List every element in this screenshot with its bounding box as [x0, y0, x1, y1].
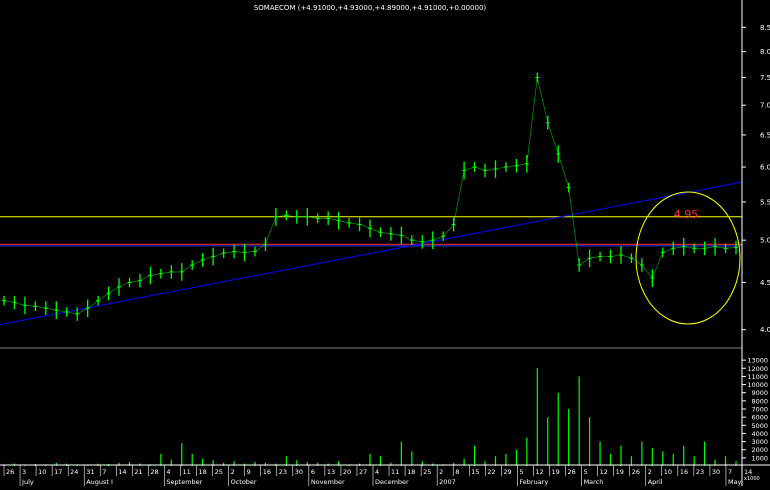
month-label: August I: [86, 478, 113, 486]
price-tick-label: 4.5: [760, 279, 770, 287]
price-tick-label: 8.0: [760, 48, 770, 56]
month-label: May: [728, 478, 742, 486]
day-tick-label: 2: [648, 468, 652, 476]
volume-tick-label: 6000: [751, 414, 768, 422]
day-tick-label: 7: [102, 468, 106, 476]
volume-tick-label: 3000: [751, 438, 768, 446]
day-tick-label: 7: [728, 468, 732, 476]
price-tick-label: 6.0: [760, 164, 770, 172]
day-tick-label: 18: [407, 468, 415, 476]
day-tick-label: 23: [696, 468, 704, 476]
stock-chart: 4.0 4.5 5.0 5.5 6.0 6.5 7.0 7.5 8.0 8.5 1000 2000 30…: [0, 0, 770, 486]
month-label: September: [166, 478, 202, 486]
day-tick-label: 20: [343, 468, 351, 476]
day-tick-label: 2: [439, 468, 443, 476]
volume-tick-label: 1000: [751, 454, 768, 462]
price-annotation: 4.95: [674, 208, 699, 221]
day-tick-label: 31: [86, 468, 94, 476]
month-label: 2007: [439, 478, 456, 486]
price-tick-label: 5.5: [760, 198, 770, 206]
day-tick-label: 16: [263, 468, 271, 476]
day-tick-label: 11: [391, 468, 399, 476]
day-tick-label: 14: [118, 468, 126, 476]
day-tick-label: 22: [487, 468, 495, 476]
day-tick-label: 30: [295, 468, 303, 476]
volume-tick-label: 8000: [751, 397, 768, 405]
price-tick-label: 8.5: [760, 24, 770, 32]
price-series-line: [3, 77, 737, 315]
day-tick-label: 26: [632, 468, 640, 476]
day-tick-label: 30: [712, 468, 720, 476]
volume-tick-label: 11000: [747, 373, 768, 381]
day-tick-label: 21: [134, 468, 142, 476]
volume-tick-label: 9000: [751, 389, 768, 397]
day-tick-label: 5: [584, 468, 588, 476]
day-tick-label: 27: [359, 468, 367, 476]
day-tick-label: 12: [600, 468, 608, 476]
day-tick-label: 28: [150, 468, 158, 476]
price-tick-label: 7.0: [760, 102, 770, 110]
month-label: April: [648, 478, 663, 486]
day-tick-label: 23: [279, 468, 287, 476]
volume-unit-label: x1000: [744, 476, 760, 482]
day-tick-label: 17: [54, 468, 62, 476]
day-tick-label: 19: [551, 468, 559, 476]
day-tick-label: 10: [664, 468, 672, 476]
month-label: February: [519, 478, 548, 486]
volume-tick-label: 4000: [751, 430, 768, 438]
day-tick-label: 26: [6, 468, 14, 476]
day-tick-label: 25: [215, 468, 223, 476]
day-tick-label: 5: [519, 468, 523, 476]
price-tick-label: 4.0: [760, 326, 770, 334]
month-label: March: [584, 478, 604, 486]
day-tick-label: 11: [182, 468, 190, 476]
price-tick-label: 6.5: [760, 131, 770, 139]
day-tick-label: 10: [38, 468, 46, 476]
day-tick-label: 24: [70, 468, 78, 476]
chart-canvas: 4.04.55.05.56.06.57.07.58.08.51000200030…: [0, 0, 770, 486]
day-tick-label: 6: [311, 468, 315, 476]
day-tick-label: 26: [568, 468, 576, 476]
month-label: October: [231, 478, 257, 486]
day-tick-label: 4: [375, 468, 379, 476]
price-tick-label: 7.5: [760, 74, 770, 82]
volume-tick-label: 2000: [751, 446, 768, 454]
day-tick-label: 15: [471, 468, 479, 476]
volume-tick-label: 7000: [751, 406, 768, 414]
day-tick-label: 13: [327, 468, 335, 476]
price-tick-label: 5.0: [760, 237, 770, 245]
day-tick-label: 25: [423, 468, 431, 476]
day-tick-label: 8: [455, 468, 459, 476]
day-tick-label: 4: [166, 468, 170, 476]
day-tick-label: 9: [247, 468, 251, 476]
day-tick-label: 2: [231, 468, 235, 476]
chart-title: SOMAECOM (+4.91000,+4.93000,+4.89000,+4.…: [254, 4, 487, 12]
day-tick-label: 3: [22, 468, 26, 476]
month-label: July: [21, 478, 34, 486]
volume-tick-label: 13000: [747, 357, 768, 365]
month-label: December: [375, 478, 409, 486]
day-tick-label: 14: [744, 468, 752, 476]
volume-tick-label: 10000: [747, 381, 768, 389]
day-tick-label: 16: [680, 468, 688, 476]
day-tick-label: 29: [503, 468, 511, 476]
volume-tick-label: 5000: [751, 422, 768, 430]
day-tick-label: 12: [535, 468, 543, 476]
month-label: November: [311, 478, 345, 486]
day-tick-label: 18: [199, 468, 207, 476]
day-tick-label: 19: [616, 468, 624, 476]
volume-tick-label: 12000: [747, 365, 768, 373]
trendline: [0, 181, 743, 326]
